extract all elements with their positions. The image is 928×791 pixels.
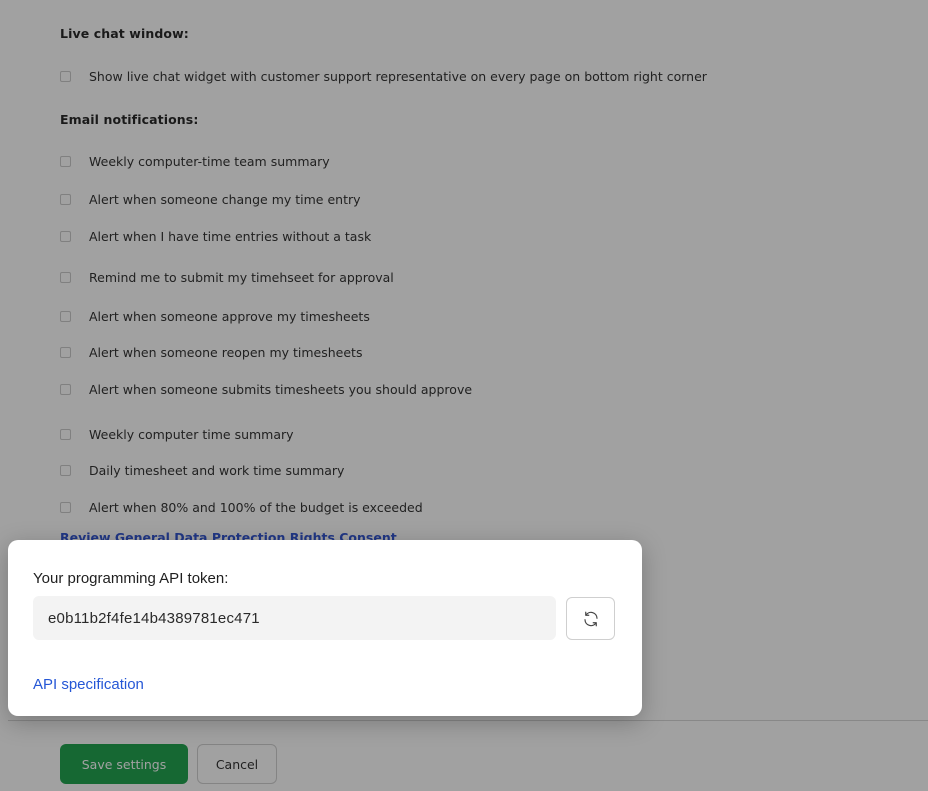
api-token-field[interactable]: e0b11b2f4fe14b4389781ec471 — [33, 596, 556, 640]
api-token-card: Your programming API token: e0b11b2f4fe1… — [8, 540, 642, 716]
api-token-label: Your programming API token: — [33, 570, 229, 587]
api-specification-link[interactable]: API specification — [33, 676, 144, 693]
regenerate-token-button[interactable] — [566, 597, 615, 640]
settings-page: Live chat window: Show live chat widget … — [0, 0, 928, 791]
refresh-icon — [583, 611, 598, 626]
api-token-value: e0b11b2f4fe14b4389781ec471 — [48, 609, 260, 627]
